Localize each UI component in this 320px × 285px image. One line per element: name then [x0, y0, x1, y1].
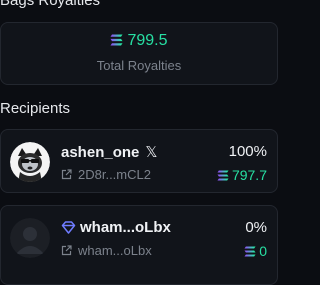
total-royalties-label: Total Royalties — [96, 58, 182, 73]
solana-icon — [217, 168, 229, 184]
total-amount: 799.5 — [127, 32, 168, 49]
recipient-amount: 0 — [244, 243, 267, 260]
royalties-section-title: Bags Royalties — [0, 0, 101, 9]
total-royalties-value: 799.5 — [1, 32, 277, 51]
recipient-address[interactable]: wham...oLbx — [61, 243, 152, 259]
avatar — [10, 218, 50, 258]
total-royalties-card: 799.5 Total Royalties — [0, 22, 278, 85]
recipient-name[interactable]: ashen_one 𝕏 — [61, 143, 157, 161]
recipient-row[interactable]: wham...oLbx wham...oLbx 0% 0 — [0, 205, 278, 285]
diamond-badge-icon — [61, 221, 76, 238]
external-link-icon — [61, 244, 72, 259]
recipients-section-title: Recipients — [0, 100, 71, 117]
solana-icon — [110, 33, 123, 51]
solana-icon — [244, 244, 256, 260]
recipient-percent: 0% — [245, 219, 267, 236]
recipient-address[interactable]: 2D8r...mCL2 — [61, 167, 151, 183]
recipient-amount: 797.7 — [217, 167, 267, 184]
recipient-percent: 100% — [228, 143, 267, 160]
x-icon[interactable]: 𝕏 — [145, 144, 157, 161]
external-link-icon — [61, 168, 72, 183]
recipient-name[interactable]: wham...oLbx — [61, 219, 171, 238]
avatar — [10, 142, 50, 182]
recipient-row[interactable]: ashen_one 𝕏 2D8r...mCL2 100% 797.7 — [0, 129, 278, 193]
